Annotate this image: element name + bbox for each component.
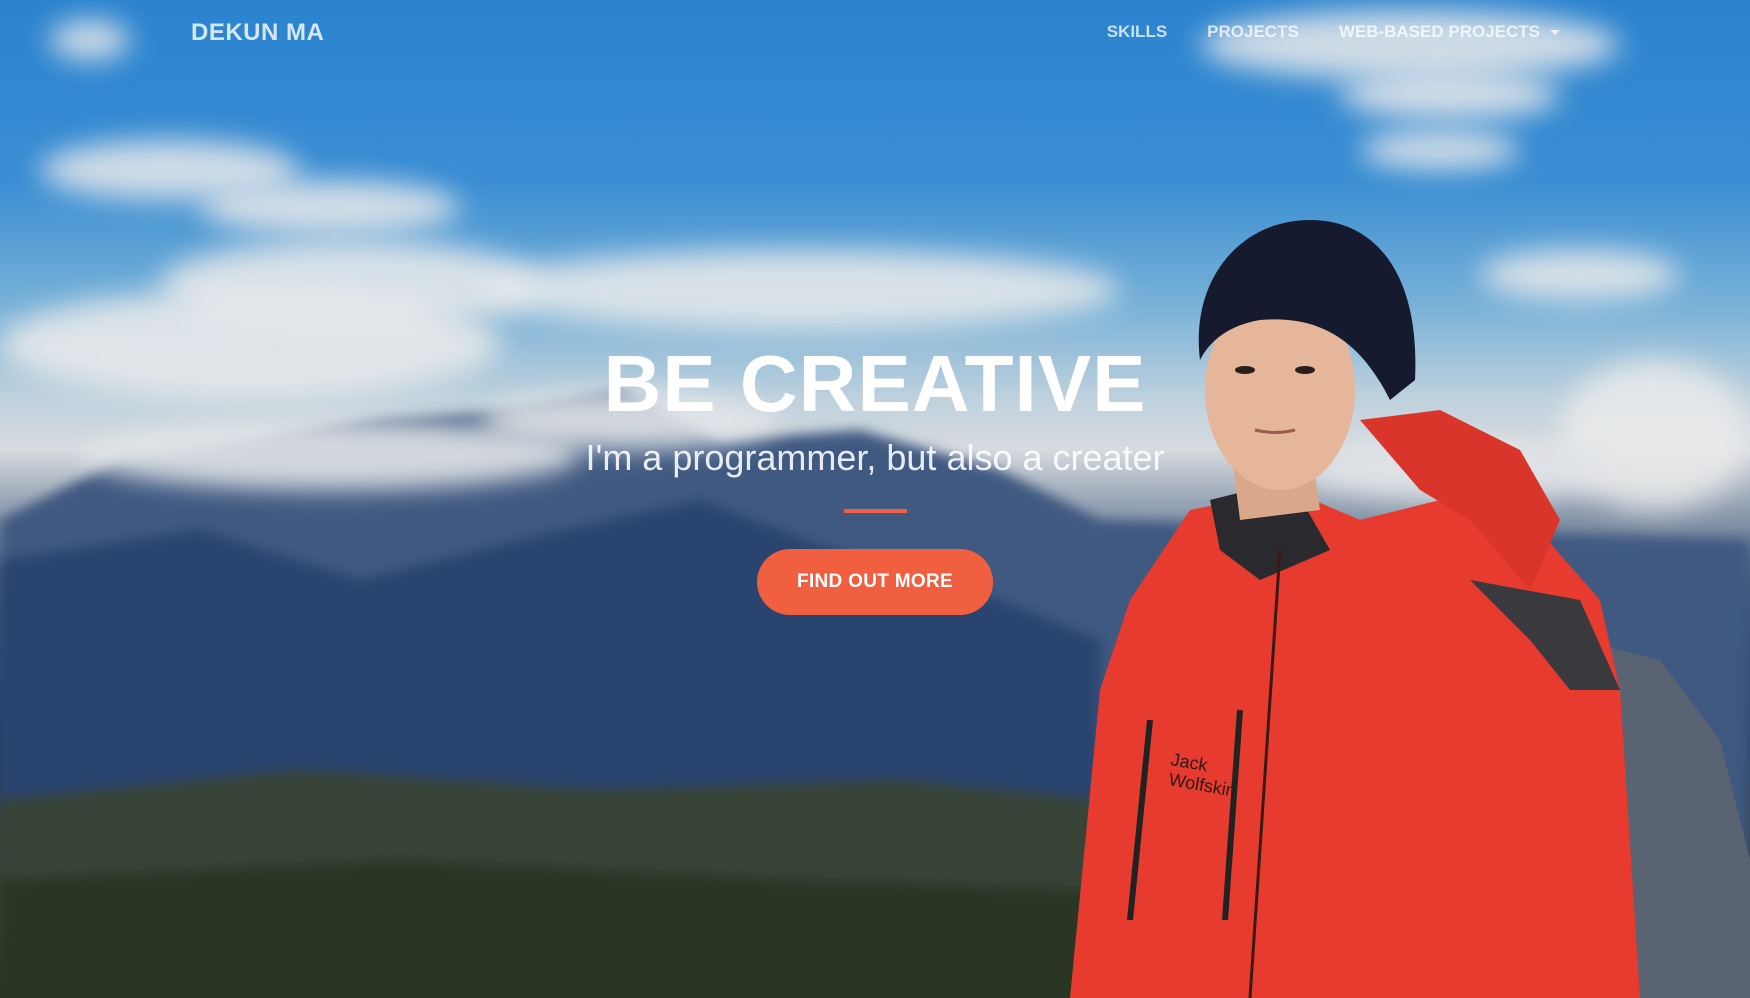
top-navbar: DEKUN MA SKILLS PROJECTS WEB-BASED PROJE…: [0, 0, 1750, 68]
caret-down-icon: [1550, 29, 1560, 35]
nav-link-label: PROJECTS: [1207, 22, 1299, 41]
hero-section: BE CREATIVE I'm a programmer, but also a…: [0, 339, 1750, 616]
hero-divider: [843, 509, 907, 514]
nav-link-label: SKILLS: [1106, 22, 1168, 41]
nav-link-projects[interactable]: PROJECTS: [1207, 22, 1299, 42]
landing-page: Jack Wolfskin DEKUN MA SKILLS PROJECTS W…: [0, 0, 1750, 998]
nav-dropdown-web-based-projects[interactable]: WEB-BASED PROJECTS: [1339, 22, 1560, 42]
hero-subtitle: I'm a programmer, but also a creater: [585, 437, 1165, 478]
brand-logo-link[interactable]: DEKUN MA: [191, 19, 324, 47]
nav-link-label: WEB-BASED PROJECTS: [1338, 22, 1540, 41]
nav-link-skills[interactable]: SKILLS: [1107, 22, 1167, 42]
find-out-more-button[interactable]: FIND OUT MORE: [757, 549, 993, 616]
nav-links: SKILLS PROJECTS WEB-BASED PROJECTS: [1107, 22, 1560, 42]
hero-title: BE CREATIVE: [603, 339, 1147, 428]
